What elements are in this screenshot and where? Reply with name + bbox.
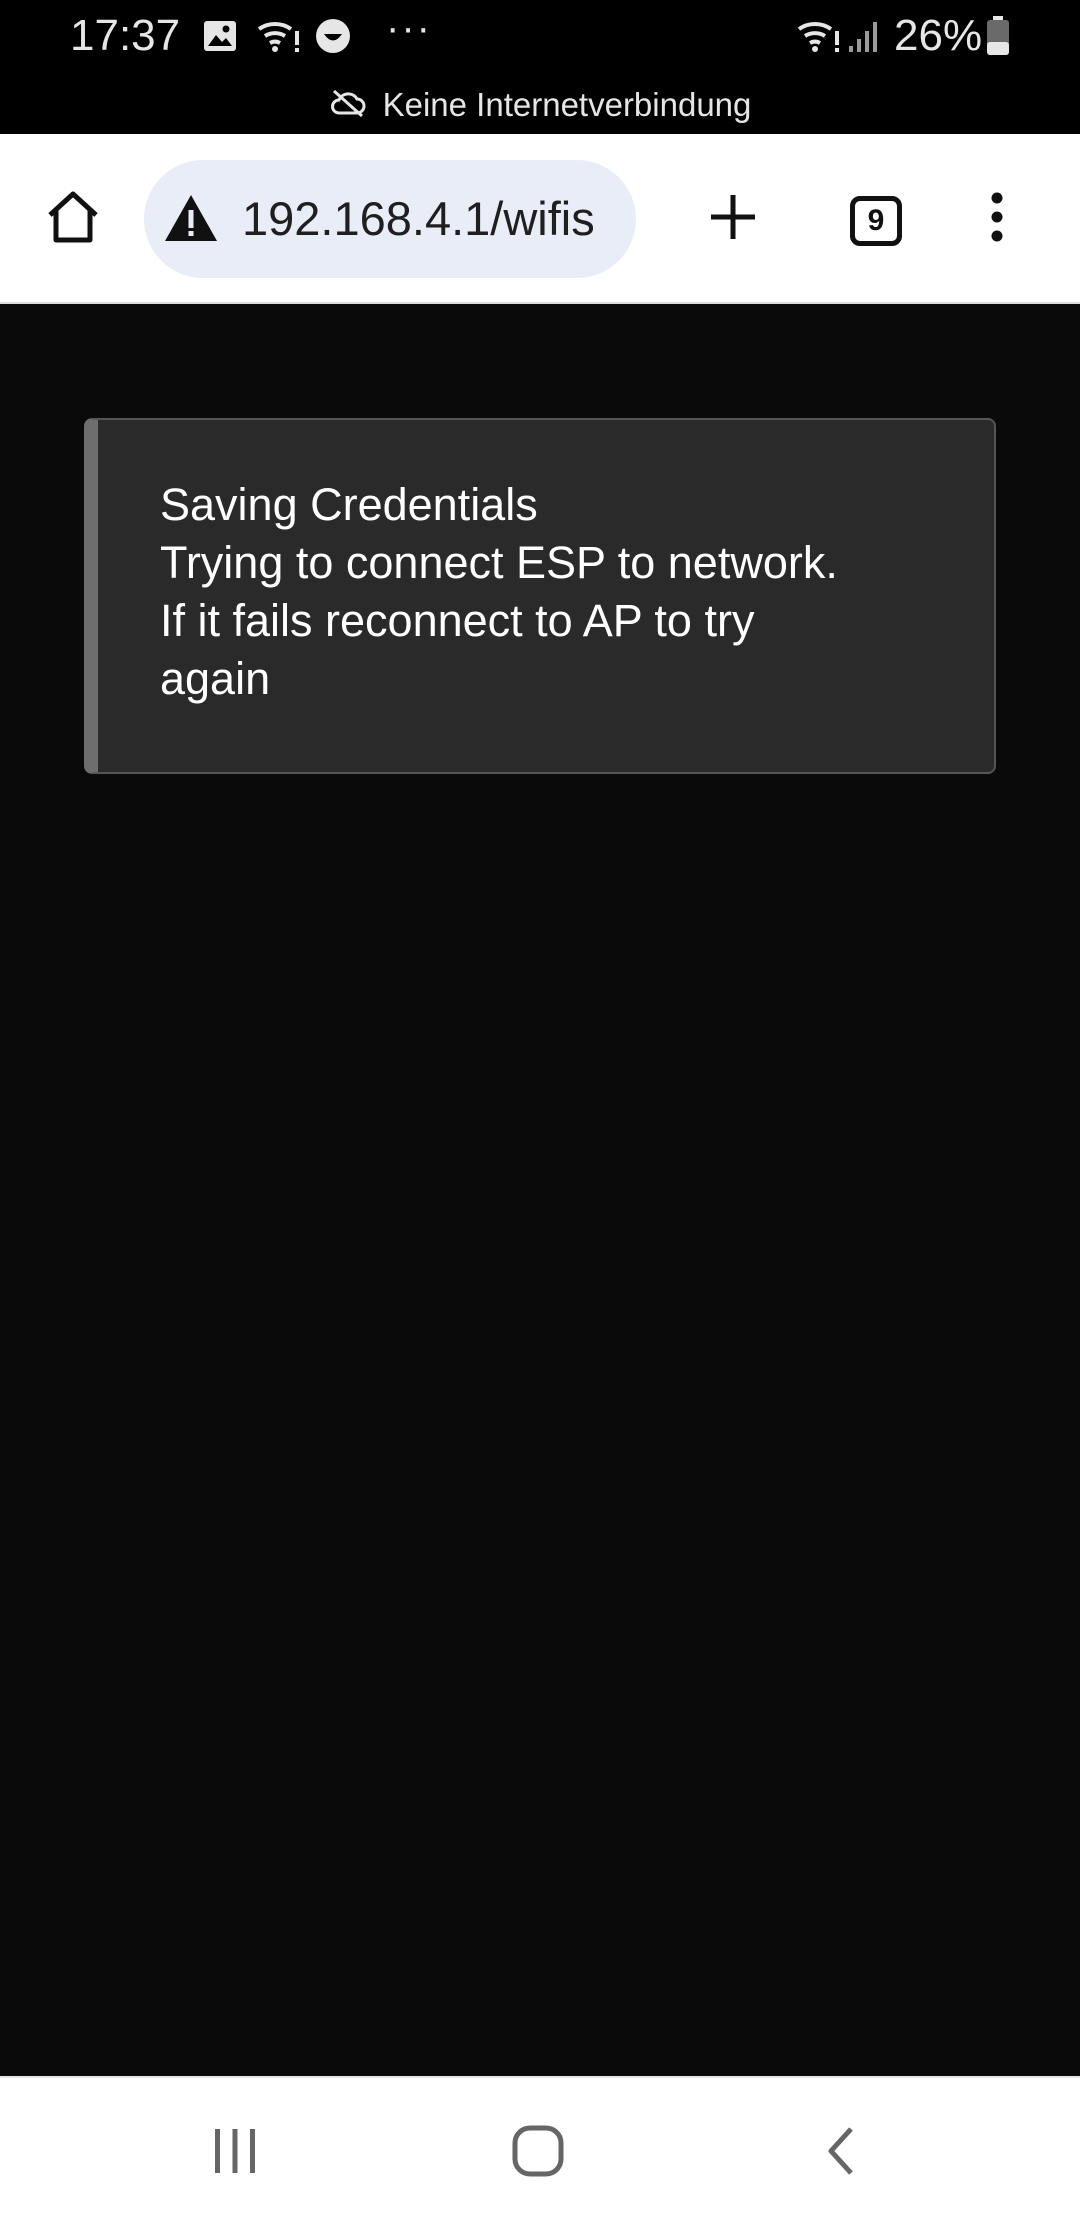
status-message-box: Saving Credentials Trying to connect ESP… <box>84 418 996 774</box>
status-row: 17:37 ··· 26% <box>0 0 1080 74</box>
more-dots-icon: ··· <box>386 6 432 50</box>
warning-triangle-icon[interactable] <box>162 190 220 248</box>
gallery-icon <box>200 16 240 56</box>
message-line: If it fails reconnect to AP to try <box>160 595 755 646</box>
network-status-text: Keine Internetverbindung <box>382 86 752 123</box>
home-button[interactable] <box>36 182 110 256</box>
url-bar[interactable]: 192.168.4.1/wifis <box>144 160 636 278</box>
new-tab-button[interactable] <box>696 182 770 256</box>
cloud-off-icon <box>329 88 367 123</box>
page-content: Saving Credentials Trying to connect ESP… <box>0 306 1080 2076</box>
home-circle-icon <box>512 2125 564 2182</box>
browser-toolbar: 192.168.4.1/wifis 9 <box>0 134 1080 304</box>
tab-switcher-button[interactable]: 9 <box>850 196 902 246</box>
battery-icon <box>984 16 1012 56</box>
home-nav-button[interactable] <box>493 2108 583 2198</box>
kebab-menu-icon <box>987 191 1007 248</box>
wifi-alert-icon <box>256 16 302 56</box>
battery-percent: 26% <box>894 11 983 60</box>
smiley-icon <box>312 16 354 56</box>
recents-icon <box>209 2127 261 2180</box>
message-line: again <box>160 653 271 704</box>
url-text: 192.168.4.1/wifis <box>242 192 595 245</box>
network-status-row: Keine Internetverbindung <box>0 80 1080 130</box>
back-button[interactable] <box>796 2108 886 2198</box>
message-title: Saving Credentials <box>160 479 538 530</box>
plus-icon <box>707 191 759 248</box>
message-line: Trying to connect ESP to network. <box>160 537 838 588</box>
menu-button[interactable] <box>960 182 1034 256</box>
system-nav-bar <box>0 2076 1080 2220</box>
back-chevron-icon <box>823 2125 859 2182</box>
signal-bars-icon <box>846 16 882 56</box>
recents-button[interactable] <box>190 2108 280 2198</box>
status-bar: 17:37 ··· 26% Keine Internetverbindung <box>0 0 1080 134</box>
wifi-alert-icon-right <box>796 16 842 56</box>
home-icon <box>44 188 102 251</box>
status-time: 17:37 <box>70 11 181 60</box>
